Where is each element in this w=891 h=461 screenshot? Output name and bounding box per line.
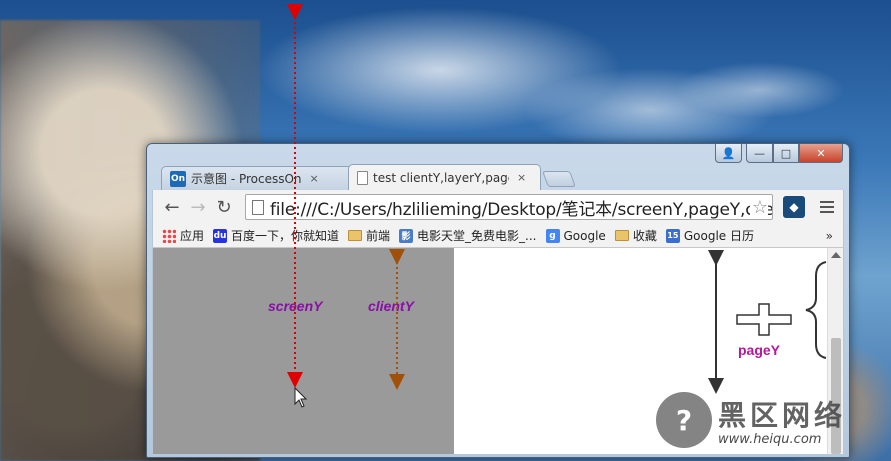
- bookmark-label: 前端: [366, 229, 391, 243]
- tab-test-clienty[interactable]: test clientY,layerY,pageY ×: [348, 164, 541, 190]
- scroll-up-icon[interactable]: [831, 252, 841, 258]
- maximize-icon: □: [780, 146, 792, 160]
- screeny-label: screenY: [268, 298, 323, 314]
- back-arrow-icon: ←: [164, 196, 180, 218]
- watermark-logo-icon: ?: [656, 392, 712, 448]
- watermark-text: 黑区网络: [718, 398, 847, 432]
- bookmarks-overflow-icon[interactable]: »: [826, 229, 833, 243]
- folder-icon: [348, 230, 363, 241]
- processon-favicon-icon: On: [170, 170, 186, 187]
- back-button[interactable]: ←: [159, 194, 185, 220]
- calendar-icon: 15: [665, 228, 680, 243]
- baidu-icon: du: [213, 228, 228, 243]
- forward-arrow-icon: →: [190, 196, 206, 218]
- new-tab-button[interactable]: [542, 171, 576, 187]
- bookmark-google-calendar[interactable]: 15 Google 日历: [665, 227, 754, 244]
- reload-icon: ↻: [216, 196, 232, 218]
- bookmark-label: 电影天堂_免费电影_...: [417, 229, 537, 243]
- close-icon: ✕: [816, 146, 826, 160]
- maximize-button[interactable]: □: [773, 144, 799, 163]
- tab-title: test clientY,layerY,pageY: [373, 170, 509, 185]
- bookmark-favorites-folder[interactable]: 收藏: [614, 227, 657, 244]
- bookmark-google[interactable]: g Google: [545, 228, 606, 243]
- tab-title: 示意图 - ProcessOn: [191, 172, 302, 186]
- tab-processon[interactable]: On 示意图 - ProcessOn ×: [161, 166, 354, 190]
- window-controls: 👤 — □ ✕: [715, 144, 843, 163]
- folder-icon: [614, 230, 629, 241]
- bookmark-movie-heaven[interactable]: 影 电影天堂_免费电影_...: [399, 227, 537, 244]
- bookmark-frontend-folder[interactable]: 前端: [348, 227, 390, 244]
- grey-box: [153, 248, 454, 454]
- browser-toolbar: ← → ↻ file:///C:/Users/hzlilieming/Deskt…: [152, 190, 844, 224]
- site-watermark: ? 黑区网络 www.heiqu.com: [656, 392, 846, 448]
- minimize-icon: —: [754, 146, 765, 160]
- reload-button[interactable]: ↻: [211, 194, 237, 220]
- google-icon: g: [545, 228, 560, 243]
- bookmark-label: 应用: [180, 229, 205, 243]
- minimize-button[interactable]: —: [746, 144, 773, 163]
- bookmark-label: 收藏: [632, 229, 657, 243]
- page-icon: [252, 199, 264, 215]
- forward-button[interactable]: →: [185, 194, 211, 220]
- user-icon: 👤: [721, 146, 736, 160]
- apps-icon: [162, 228, 176, 243]
- bookmark-baidu[interactable]: du 百度一下，你就知道: [213, 227, 339, 244]
- menu-icon[interactable]: [815, 196, 839, 218]
- url-text: file:///C:/Users/hzlilieming/Desktop/笔记本…: [270, 199, 772, 220]
- extension-icon[interactable]: ◆: [783, 196, 805, 218]
- bookmark-label: Google: [563, 228, 606, 243]
- bookmark-apps[interactable]: 应用: [162, 227, 204, 244]
- pagey-label: pageY: [738, 342, 781, 358]
- tab-strip: On 示意图 - ProcessOn × test clientY,layerY…: [161, 164, 576, 190]
- bookmark-label: Google 日历: [683, 229, 754, 243]
- bookmarks-bar: 应用 du 百度一下，你就知道 前端 影 电影天堂_免费电影_... g Goo…: [152, 224, 844, 248]
- movie-icon: 影: [399, 228, 414, 243]
- document-favicon-icon: [357, 170, 368, 185]
- user-profile-button[interactable]: 👤: [715, 144, 742, 163]
- clienty-label: clientY: [368, 298, 414, 314]
- tab-close-icon[interactable]: ×: [310, 172, 319, 185]
- bookmark-star-icon[interactable]: ☆: [749, 197, 768, 218]
- tab-close-icon[interactable]: ×: [517, 171, 526, 184]
- watermark-url: www.heiqu.com: [718, 431, 822, 447]
- bookmark-label: 百度一下，你就知道: [231, 229, 340, 243]
- address-bar[interactable]: file:///C:/Users/hzlilieming/Desktop/笔记本…: [245, 194, 773, 220]
- close-window-button[interactable]: ✕: [799, 144, 843, 163]
